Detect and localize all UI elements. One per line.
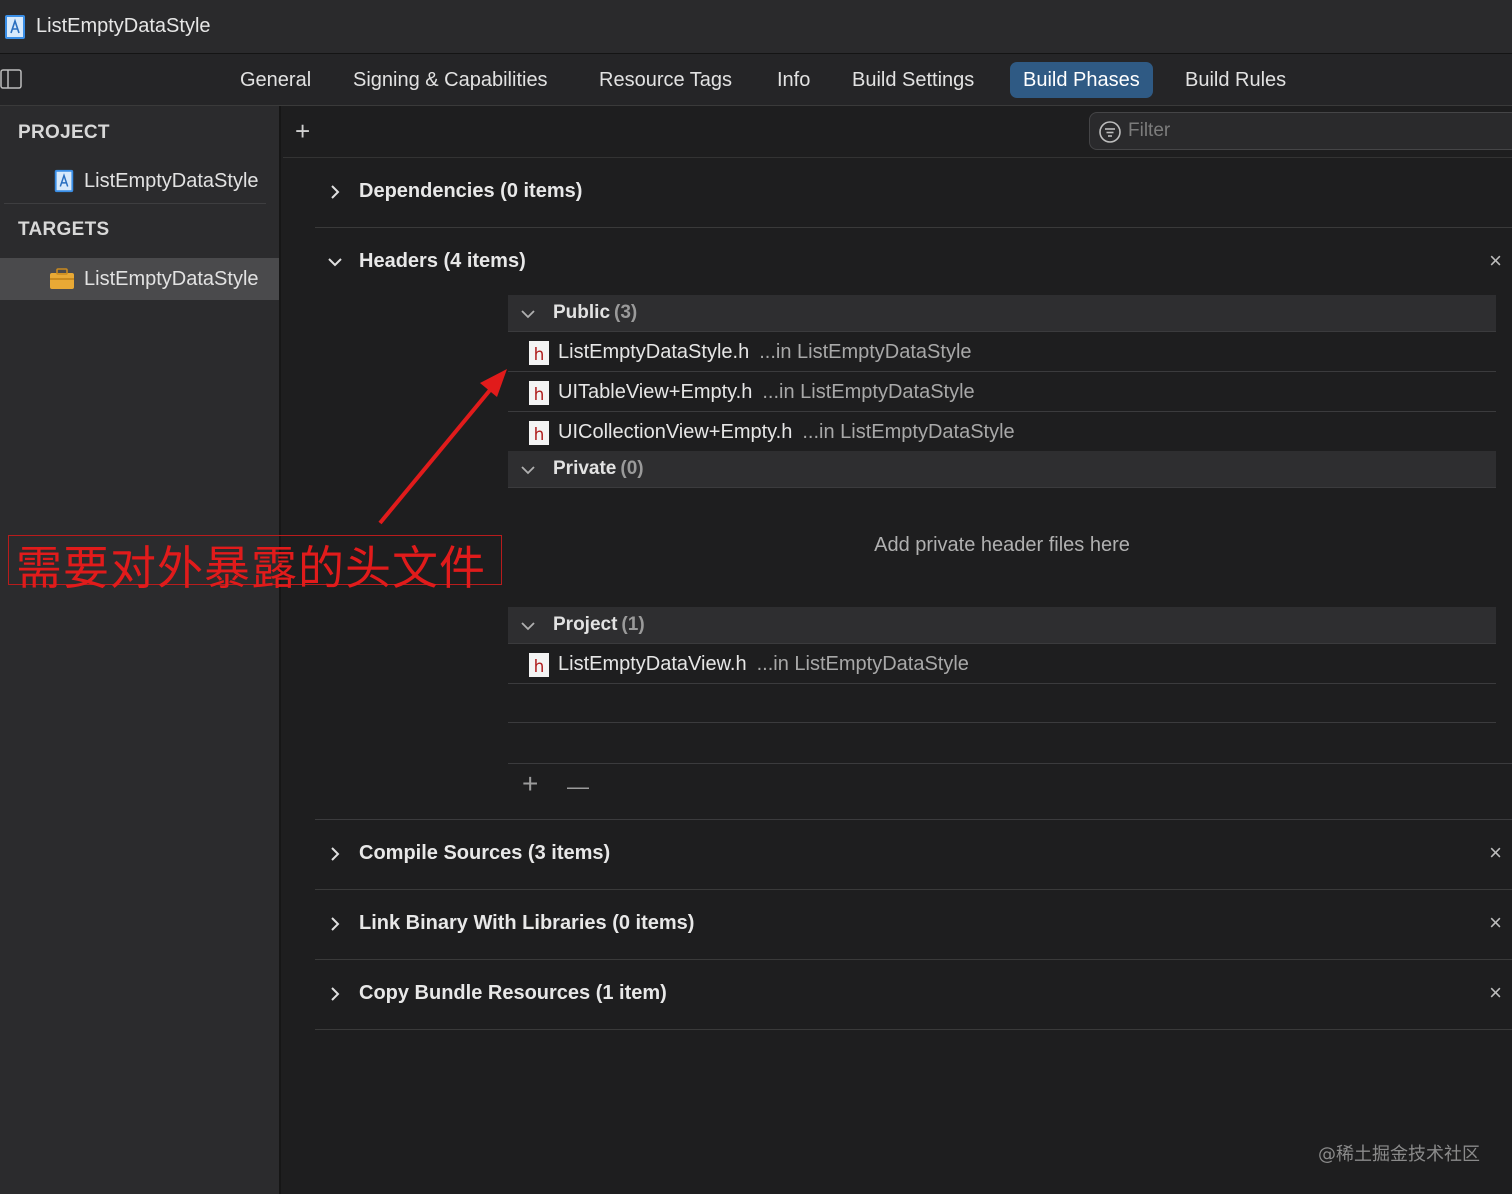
chevron-down-icon[interactable] <box>520 306 536 322</box>
phase-title: Dependencies (0 items) <box>359 180 583 202</box>
title-bar: ListEmptyDataStyle <box>0 0 1512 54</box>
tab-info[interactable]: Info <box>764 62 823 98</box>
project-section-header: PROJECT <box>18 122 110 143</box>
chevron-right-icon[interactable] <box>327 184 343 200</box>
svg-text:h: h <box>534 345 545 365</box>
file-name: ListEmptyDataView.h <box>558 653 747 675</box>
tab-general[interactable]: General <box>227 62 324 98</box>
build-phases-toolbar: + Filter <box>283 106 1512 158</box>
targets-section-header: TARGETS <box>18 219 110 240</box>
file-name: ListEmptyDataStyle.h <box>558 341 750 363</box>
chevron-right-icon[interactable] <box>327 986 343 1002</box>
editor-tab-bar: General Signing & Capabilities Resource … <box>0 54 1512 106</box>
filter-icon <box>1099 121 1121 143</box>
tab-signing-capabilities[interactable]: Signing & Capabilities <box>340 62 561 98</box>
close-icon[interactable]: × <box>1489 842 1502 864</box>
phase-copy-bundle-resources[interactable]: Copy Bundle Resources (1 item) × <box>315 960 1512 1030</box>
file-name: UICollectionView+Empty.h <box>558 421 793 443</box>
group-name: Public <box>553 302 611 323</box>
phase-title: Compile Sources (3 items) <box>359 842 611 864</box>
annotation-text: 需要对外暴露的头文件 <box>16 541 486 595</box>
header-file-row[interactable]: h UITableView+Empty.h ...in ListEmptyData… <box>508 372 1496 412</box>
group-count: (1) <box>621 614 645 635</box>
filter-field[interactable]: Filter <box>1089 112 1512 150</box>
close-icon[interactable]: × <box>1489 982 1502 1004</box>
watermark: @稀土掘金技术社区 <box>1318 1144 1480 1165</box>
chevron-down-icon[interactable] <box>520 618 536 634</box>
chevron-right-icon[interactable] <box>327 846 343 862</box>
phase-title: Copy Bundle Resources (1 item) <box>359 982 667 1004</box>
add-build-phase-button[interactable]: + <box>295 118 310 144</box>
header-file-icon: h <box>529 421 549 445</box>
file-location: ...in ListEmptyDataStyle <box>759 341 972 363</box>
header-file-icon: h <box>529 381 549 405</box>
divider <box>508 763 1512 764</box>
project-item[interactable]: ListEmptyDataStyle <box>0 160 279 202</box>
chevron-right-icon[interactable] <box>327 916 343 932</box>
target-item[interactable]: ListEmptyDataStyle <box>0 258 279 300</box>
target-item-label: ListEmptyDataStyle <box>84 267 259 290</box>
phase-title: Link Binary With Libraries (0 items) <box>359 912 695 934</box>
header-file-icon: h <box>529 341 549 365</box>
header-group-public[interactable]: Public (3) <box>508 295 1496 332</box>
tab-resource-tags[interactable]: Resource Tags <box>586 62 745 98</box>
project-item-label: ListEmptyDataStyle <box>84 169 259 192</box>
window-title: ListEmptyDataStyle <box>36 15 211 37</box>
add-header-button[interactable]: + <box>522 770 538 798</box>
svg-text:h: h <box>534 657 545 677</box>
svg-text:h: h <box>534 385 545 405</box>
group-count: (0) <box>620 458 644 479</box>
chevron-down-icon[interactable] <box>520 462 536 478</box>
group-name: Private <box>553 458 617 479</box>
close-icon[interactable]: × <box>1489 912 1502 934</box>
phase-title: Headers (4 items) <box>359 250 526 272</box>
group-name: Project <box>553 614 618 635</box>
phase-headers[interactable]: Headers (4 items) × <box>315 228 1512 298</box>
close-icon[interactable]: × <box>1489 250 1502 272</box>
file-name: UITableView+Empty.h <box>558 381 753 403</box>
project-navigator: PROJECT ListEmptyDataStyle TARGETS ListE… <box>0 106 281 1194</box>
phase-dependencies[interactable]: Dependencies (0 items) <box>315 158 1512 228</box>
header-file-row[interactable]: h ListEmptyDataView.h ...in ListEmptyData… <box>508 644 1496 684</box>
xcode-project-icon <box>5 14 25 39</box>
file-location: ...in ListEmptyDataStyle <box>756 653 969 675</box>
filter-placeholder: Filter <box>1128 120 1171 141</box>
xcode-project-icon <box>54 169 74 193</box>
remove-header-button[interactable]: — <box>567 773 589 801</box>
private-empty-hint: Add private header files here <box>874 534 1130 556</box>
sidebar-toggle-icon[interactable] <box>0 68 22 90</box>
header-file-icon: h <box>529 653 549 677</box>
tab-build-settings[interactable]: Build Settings <box>839 62 987 98</box>
phase-compile-sources[interactable]: Compile Sources (3 items) × <box>315 820 1512 890</box>
divider <box>508 722 1496 723</box>
header-group-project[interactable]: Project (1) <box>508 607 1496 644</box>
header-group-private[interactable]: Private (0) <box>508 451 1496 488</box>
header-file-row[interactable]: h ListEmptyDataStyle.h ...in ListEmptyDat… <box>508 332 1496 372</box>
group-count: (3) <box>614 302 638 323</box>
tab-build-rules[interactable]: Build Rules <box>1172 62 1299 98</box>
file-location: ...in ListEmptyDataStyle <box>802 421 1015 443</box>
header-file-row[interactable]: h UICollectionView+Empty.h ...in ListEmpt… <box>508 412 1496 452</box>
chevron-down-icon[interactable] <box>327 254 343 270</box>
phase-link-binary[interactable]: Link Binary With Libraries (0 items) × <box>315 890 1512 960</box>
file-location: ...in ListEmptyDataStyle <box>762 381 975 403</box>
tab-build-phases[interactable]: Build Phases <box>1010 62 1153 98</box>
framework-target-icon <box>50 268 74 289</box>
svg-text:h: h <box>534 425 545 445</box>
divider <box>4 203 266 204</box>
